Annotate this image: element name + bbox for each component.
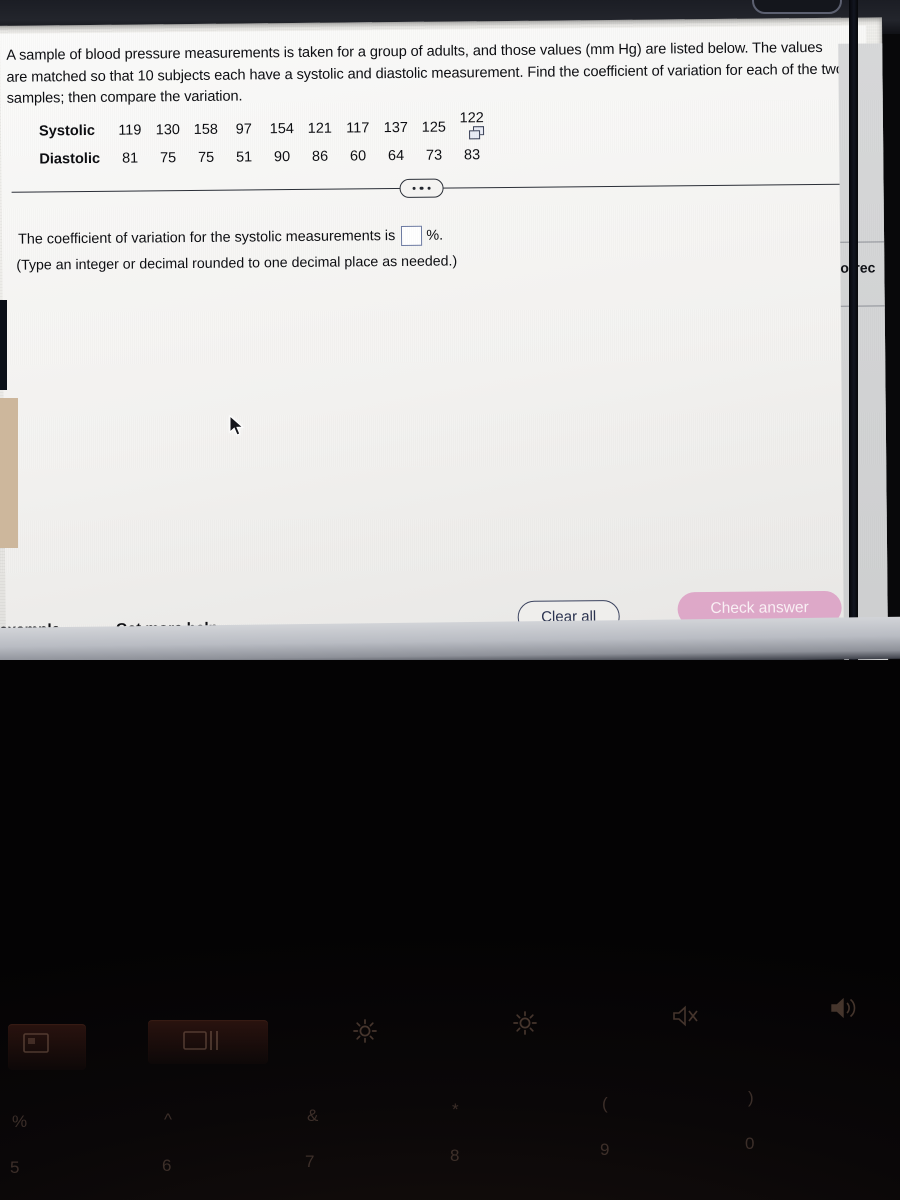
left-edge-dark-strip: [0, 300, 7, 390]
cell-systolic-1: 119: [118, 121, 142, 139]
photo-of-laptop-screen: A sample of blood pressure measurements …: [0, 0, 900, 1200]
answer-prompt-text: The coefficient of variation for the sys…: [17, 228, 396, 248]
key-9-shift-glyph: (: [602, 1094, 608, 1113]
section-divider: [11, 174, 842, 202]
webcam-notch: [752, 0, 842, 14]
keyboard-deck: % 5 ^ 6 & 7 * 8 ( 9 ) 0: [0, 660, 900, 1200]
cell-systolic-3: 158: [193, 121, 219, 138]
table-row-systolic: Systolic 119 130 158 97 154 121 117 137 …: [39, 108, 492, 149]
row-label-diastolic: Diastolic: [39, 150, 101, 168]
cell-systolic-2: 130: [155, 121, 181, 138]
key-8-shift-glyph: *: [452, 1100, 459, 1119]
cell-systolic-5: 154: [269, 120, 294, 137]
background-window-sliver: orrec: [838, 43, 889, 674]
key-6-shift-glyph: ^: [164, 1110, 172, 1129]
mouse-pointer-icon: [229, 415, 244, 436]
key-6-digit-glyph[interactable]: 6: [162, 1156, 171, 1176]
coefficient-of-variation-input[interactable]: [401, 225, 423, 246]
cell-diastolic-2: 75: [159, 150, 177, 167]
popout-window-icon[interactable]: [469, 126, 482, 138]
exercise-card: A sample of blood pressure measurements …: [0, 25, 873, 662]
cell-diastolic-9: 73: [425, 147, 443, 164]
sliver-rule-top: [840, 241, 885, 243]
ellipsis-dot-3: [427, 186, 431, 190]
mute-icon: [673, 1005, 698, 1027]
cell-diastolic-6: 86: [311, 148, 329, 165]
lcd-surface: A sample of blood pressure measurements …: [0, 17, 889, 674]
cell-systolic-10-value: 122: [459, 110, 484, 127]
answer-unit: %.: [426, 227, 444, 244]
display-icon: [23, 1033, 49, 1053]
cell-diastolic-7: 60: [349, 148, 367, 165]
brightness-icon: [353, 1019, 377, 1043]
cell-systolic-4: 97: [235, 120, 252, 138]
ellipsis-expander-button[interactable]: [399, 178, 444, 198]
left-edge-background-wall: [0, 398, 18, 548]
answer-format-hint: (Type an integer or decimal rounded to o…: [16, 253, 458, 274]
key-9-digit-glyph[interactable]: 9: [600, 1140, 609, 1160]
key-8-digit-glyph[interactable]: 8: [450, 1146, 459, 1166]
cell-diastolic-8: 64: [387, 147, 405, 165]
key-5-shift-glyph: %: [12, 1112, 28, 1131]
cell-systolic-7: 117: [346, 119, 370, 137]
cell-diastolic-10: 83: [463, 147, 481, 164]
cell-diastolic-3: 75: [197, 149, 215, 166]
cell-systolic-8: 137: [383, 119, 408, 136]
answer-prompt-row: The coefficient of variation for the sys…: [17, 225, 444, 250]
cell-diastolic-5: 90: [273, 149, 291, 166]
laptop-screen-region: A sample of blood pressure measurements …: [0, 0, 900, 690]
blood-pressure-table: Systolic 119 130 158 97 154 121 117 137 …: [39, 108, 492, 169]
row-label-systolic: Systolic: [38, 122, 96, 139]
cell-diastolic-4: 51: [235, 149, 253, 166]
problem-statement: A sample of blood pressure measurements …: [6, 39, 844, 107]
key-0-digit-glyph[interactable]: 0: [745, 1134, 754, 1154]
ellipsis-dot-1: [412, 186, 416, 190]
cell-systolic-10: 122: [454, 108, 492, 145]
cell-diastolic-1: 81: [121, 150, 139, 167]
key-0-shift-glyph: ): [748, 1088, 754, 1107]
table-row-diastolic: Diastolic 81 75 75 51 90 86 60 64 73 83: [39, 145, 492, 169]
cell-systolic-6: 121: [307, 120, 332, 137]
ellipsis-dot-2: [419, 186, 424, 190]
key-7-shift-glyph: &: [307, 1106, 319, 1125]
sliver-rule-bottom: [840, 305, 885, 307]
cell-systolic-9: 125: [421, 119, 446, 136]
screen-bezel-right: [849, 0, 858, 672]
volume-icon: [831, 997, 856, 1019]
key-5-digit-glyph[interactable]: 5: [10, 1158, 19, 1178]
brightness-up-icon: [513, 1011, 537, 1035]
key-7-digit-glyph[interactable]: 7: [305, 1152, 314, 1172]
project-icon: [183, 1031, 218, 1050]
